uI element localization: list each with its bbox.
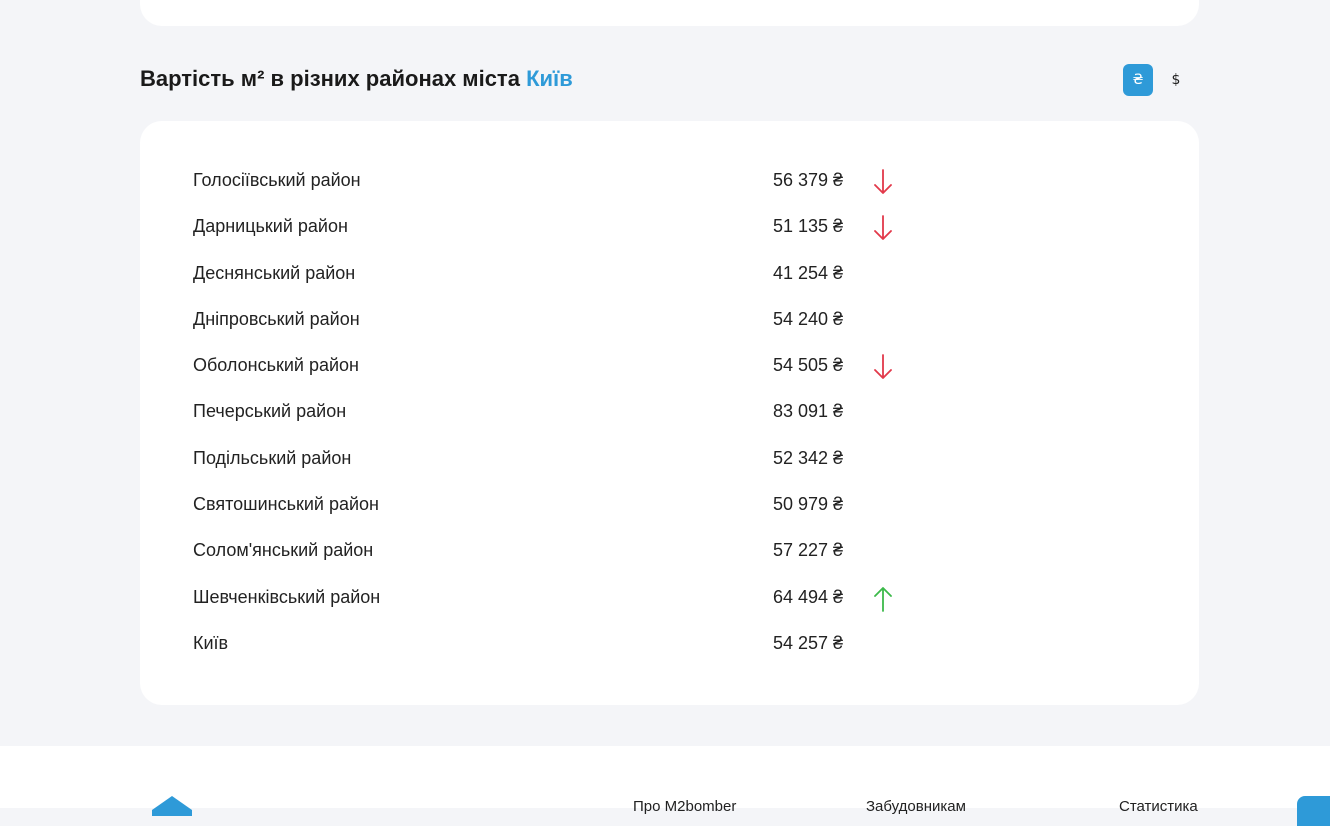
footer-link-about[interactable]: Про M2bomber <box>633 798 736 815</box>
district-name: Солом'янський район <box>193 540 374 561</box>
currency-switch: ₴ $ <box>1123 64 1191 96</box>
trend-indicator <box>871 167 895 197</box>
district-row: Деснянський район 41 254 ₴ <box>193 250 1093 296</box>
trend-indicator <box>871 537 895 567</box>
trend-indicator <box>871 352 895 382</box>
trend-indicator <box>871 584 895 614</box>
footer-cta-button[interactable] <box>1297 796 1330 826</box>
district-price: 41 254 ₴ <box>773 262 844 283</box>
district-row: Подільський район 52 342 ₴ <box>193 435 1093 481</box>
district-price: 57 227 ₴ <box>773 540 844 561</box>
trend-indicator <box>871 445 895 475</box>
footer-link-developers[interactable]: Забудовникам <box>866 798 966 815</box>
city-total-row: Київ 54 257 ₴ <box>193 620 1093 666</box>
district-name: Голосіївський район <box>193 170 361 190</box>
arrow-down-icon <box>874 169 892 194</box>
price-section-header: Вартість м² в різних районах міста Київ … <box>140 62 1199 98</box>
district-price: 52 342 ₴ <box>773 447 844 468</box>
district-name: Подільський район <box>193 447 352 468</box>
trend-indicator <box>871 213 895 243</box>
district-price: 54 240 ₴ <box>773 308 844 329</box>
district-row: Дарницький район 51 135 ₴ <box>193 203 1093 249</box>
district-name: Оболонський район <box>193 355 359 376</box>
footer-link-statistics[interactable]: Статистика <box>1119 798 1198 815</box>
district-row: Оболонський район 54 505 ₴ <box>193 342 1093 388</box>
district-row: Печерський район 83 091 ₴ <box>193 388 1093 434</box>
district-price: 56 379 ₴ <box>773 170 844 190</box>
district-price: 54 257 ₴ <box>773 632 844 653</box>
previous-section-card <box>140 0 1199 26</box>
arrow-down-icon <box>874 354 892 380</box>
district-row: Святошинський район 50 979 ₴ <box>193 481 1093 527</box>
trend-indicator <box>871 306 895 336</box>
district-price: 50 979 ₴ <box>773 494 844 515</box>
section-title-city: Київ <box>526 66 573 91</box>
district-name: Київ <box>193 632 229 653</box>
district-row: Шевченківський район 64 494 ₴ <box>193 574 1093 620</box>
district-prices-card: Голосіївський район 56 379 ₴ Дарницький … <box>140 121 1199 705</box>
arrow-up-icon <box>874 586 892 612</box>
district-price: 64 494 ₴ <box>773 586 844 607</box>
district-name: Святошинський район <box>193 494 379 515</box>
district-name: Шевченківський район <box>193 586 381 607</box>
section-title: Вартість м² в різних районах міста Київ <box>140 66 573 92</box>
district-row: Голосіївський район 56 379 ₴ <box>193 157 1093 203</box>
district-name: Печерський район <box>193 401 347 422</box>
district-name: Дарницький район <box>193 216 348 237</box>
section-title-text: Вартість м² в різних районах міста <box>140 66 520 91</box>
district-price: 51 135 ₴ <box>773 216 844 237</box>
trend-indicator <box>871 398 895 428</box>
district-name: Деснянський район <box>193 262 356 283</box>
site-footer: Про M2bomber Забудовникам Статистика <box>0 746 1330 826</box>
trend-indicator <box>871 630 895 660</box>
trend-indicator <box>871 260 895 290</box>
currency-usd-button[interactable]: $ <box>1161 64 1191 96</box>
district-row: Дніпровський район 54 240 ₴ <box>193 296 1093 342</box>
district-row: Солом'янський район 57 227 ₴ <box>193 527 1093 573</box>
district-price: 54 505 ₴ <box>773 355 844 376</box>
district-name: Дніпровський район <box>193 308 360 329</box>
arrow-down-icon <box>874 215 892 241</box>
trend-indicator <box>871 491 895 521</box>
district-price-list: Голосіївський район 56 379 ₴ Дарницький … <box>193 157 1093 666</box>
district-price: 83 091 ₴ <box>773 401 844 422</box>
currency-uah-button[interactable]: ₴ <box>1123 64 1153 96</box>
logo-icon[interactable] <box>152 796 192 816</box>
